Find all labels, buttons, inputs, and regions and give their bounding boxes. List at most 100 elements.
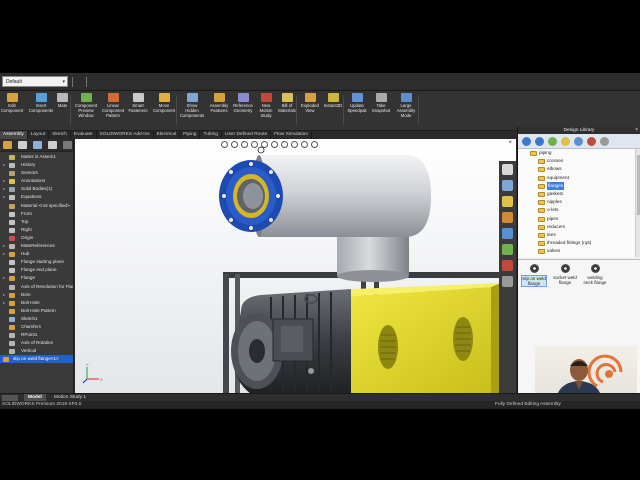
library-folder-flanges[interactable]: flanges bbox=[518, 181, 640, 190]
library-folder-tees[interactable]: tees bbox=[518, 231, 640, 239]
tab-piping[interactable]: Piping bbox=[180, 131, 201, 139]
ribbon-button-bill-of-materials[interactable]: Bill of Materials bbox=[277, 93, 297, 129]
ribbon-button-take-snapshot[interactable]: Take Snapshot bbox=[370, 93, 392, 129]
custom-properties-icon[interactable] bbox=[502, 260, 513, 271]
tab-flow-simulation[interactable]: Flow Simulation bbox=[271, 131, 312, 139]
expand-arrow-icon[interactable]: ▸ bbox=[3, 274, 7, 282]
tree-item[interactable]: ▸ Solid Bodies(1) bbox=[0, 185, 73, 193]
tab-solidworks-add-ins[interactable]: SOLIDWORKS Add-Ins bbox=[97, 131, 154, 139]
tab-layout[interactable]: Layout bbox=[28, 131, 50, 139]
expand-arrow-icon[interactable]: ▸ bbox=[3, 185, 7, 193]
ribbon-button-exploded-view[interactable]: Exploded View bbox=[299, 93, 321, 129]
graphics-viewport[interactable]: × X Y bbox=[75, 139, 516, 394]
design-library-icon[interactable] bbox=[502, 196, 513, 207]
library-folder-valves[interactable]: valves bbox=[518, 247, 640, 255]
library-folder-threaded-fittings-npt[interactable]: threaded fittings (npt) bbox=[518, 239, 640, 247]
ribbon-button-mate[interactable]: Mate bbox=[55, 93, 70, 129]
add-location-icon[interactable] bbox=[548, 137, 557, 146]
view-palette-icon[interactable] bbox=[502, 228, 513, 239]
property-manager-icon[interactable] bbox=[18, 141, 27, 149]
library-item-slip-on-weld-flange[interactable]: slip on weld flange bbox=[519, 264, 549, 287]
tree-item[interactable]: Origin bbox=[0, 234, 73, 242]
design-library-scrollbar[interactable] bbox=[635, 149, 640, 257]
tab-sketch[interactable]: Sketch bbox=[49, 131, 71, 139]
tree-item[interactable]: ▸ MateReferences bbox=[0, 242, 73, 250]
library-folder-equipment[interactable]: equipment bbox=[518, 174, 640, 182]
library-folder-nipples[interactable]: nipples bbox=[518, 198, 640, 206]
tree-item[interactable]: Vertical bbox=[0, 347, 73, 355]
tree-item[interactable]: Front bbox=[0, 210, 73, 218]
ribbon-button-large-assembly-mode[interactable]: Large Assembly Mode bbox=[394, 93, 418, 129]
library-item-socket-weld-flange[interactable]: socket weld flange bbox=[550, 264, 580, 285]
expand-arrow-icon[interactable]: ▸ bbox=[3, 193, 7, 201]
library-folder-reducers[interactable]: reducers bbox=[518, 223, 640, 231]
tree-item[interactable]: Top bbox=[0, 218, 73, 226]
tree-item[interactable]: ▸ Flange bbox=[0, 274, 73, 282]
solidworks-forum-icon[interactable] bbox=[502, 276, 513, 287]
tree-item[interactable]: RPoint1 bbox=[0, 331, 73, 339]
library-folder-elbows[interactable]: elbows bbox=[518, 165, 640, 173]
tree-item[interactable]: Axis of Rotation bbox=[0, 339, 73, 347]
resources-icon[interactable] bbox=[502, 180, 513, 191]
tree-item[interactable]: Sensors bbox=[0, 169, 73, 177]
ribbon-button-assembly-features[interactable]: Assembly Features bbox=[207, 93, 231, 129]
ribbon-button-component-preview-window[interactable]: Component Preview Window bbox=[72, 93, 100, 129]
tab-assembly[interactable]: Assembly bbox=[0, 131, 28, 139]
tree-item-selected-component[interactable]: slip on weld flange<1> bbox=[0, 355, 73, 364]
feature-manager-icon[interactable] bbox=[3, 141, 12, 149]
tree-item[interactable]: ▸ Bore bbox=[0, 291, 73, 299]
tab-evaluate[interactable]: Evaluate bbox=[71, 131, 97, 139]
home-icon[interactable] bbox=[502, 164, 513, 175]
add-to-library-icon[interactable] bbox=[587, 137, 596, 146]
toolbox-icon[interactable] bbox=[600, 137, 609, 146]
tree-item[interactable]: Flange starting plane bbox=[0, 258, 73, 266]
ribbon-button-insert-components[interactable]: Insert Components bbox=[28, 93, 54, 129]
tree-item[interactable]: Chamfer1 bbox=[0, 323, 73, 331]
library-folder-o-lets[interactable]: o-lets bbox=[518, 206, 640, 214]
configuration-manager-icon[interactable] bbox=[33, 141, 42, 149]
ribbon-button-show-hidden-components[interactable]: Show Hidden Components bbox=[179, 93, 205, 129]
tree-item[interactable]: Flange end plane bbox=[0, 266, 73, 274]
tree-item[interactable]: ▸ Bolt Hole bbox=[0, 299, 73, 307]
back-icon[interactable] bbox=[522, 137, 531, 146]
ribbon-button-linear-component-pattern[interactable]: Linear Component Pattern bbox=[101, 93, 125, 129]
forward-icon[interactable] bbox=[535, 137, 544, 146]
file-explorer-icon[interactable] bbox=[502, 212, 513, 223]
tab-electrical[interactable]: Electrical bbox=[154, 131, 181, 139]
tree-item[interactable]: Bolt Hole Pattern bbox=[0, 307, 73, 315]
appearances-icon[interactable] bbox=[502, 244, 513, 255]
tree-item[interactable]: ▸ Annotations bbox=[0, 177, 73, 185]
ribbon-button-smart-fasteners[interactable]: Smart Fasteners bbox=[127, 93, 149, 129]
panel-arrow-icon[interactable] bbox=[63, 141, 72, 149]
expand-arrow-icon[interactable]: ▸ bbox=[3, 161, 7, 169]
ribbon-button-update-speedpak[interactable]: Update Speedpak bbox=[346, 93, 368, 129]
expand-arrow-icon[interactable]: ▸ bbox=[3, 177, 7, 185]
ribbon-button-move-component[interactable]: Move Component bbox=[151, 93, 177, 129]
library-item-welding-neck-flange[interactable]: welding neck flange bbox=[580, 264, 610, 285]
ribbon-button-edit-component[interactable]: Edit Component bbox=[0, 93, 24, 129]
refresh-icon[interactable] bbox=[574, 137, 583, 146]
ribbon-button-new-motion-study[interactable]: New Motion Study bbox=[256, 93, 276, 129]
tree-item[interactable]: Sketch1 bbox=[0, 315, 73, 323]
tree-item[interactable]: ▸ History bbox=[0, 161, 73, 169]
tree-item[interactable]: Axis of Revolution for Flange bbox=[0, 283, 73, 291]
expand-arrow-icon[interactable]: ▸ bbox=[3, 242, 7, 250]
tree-item[interactable]: Right bbox=[0, 226, 73, 234]
create-folder-icon[interactable] bbox=[561, 137, 570, 146]
tab-user-defined-route[interactable]: User Defined Route bbox=[222, 131, 272, 139]
library-folder-crosses[interactable]: crosses bbox=[518, 157, 640, 165]
ribbon-button-instant3d[interactable]: Instant3D bbox=[322, 93, 344, 129]
library-folder-gaskets[interactable]: gaskets bbox=[518, 190, 640, 198]
expand-arrow-icon[interactable]: ▸ bbox=[3, 291, 7, 299]
configuration-select[interactable]: Default ▾ bbox=[2, 76, 68, 87]
tree-item[interactable]: ▸ Equations bbox=[0, 193, 73, 201]
tree-item[interactable]: Mates in Assem1 bbox=[0, 153, 73, 161]
library-folder-piping[interactable]: piping bbox=[518, 149, 640, 157]
expand-arrow-icon[interactable]: ▸ bbox=[3, 299, 7, 307]
expand-arrow-icon[interactable]: ▸ bbox=[3, 250, 7, 258]
dimxpert-icon[interactable] bbox=[48, 141, 57, 149]
tab-tubing[interactable]: Tubing bbox=[200, 131, 222, 139]
ribbon-button-reference-geometry[interactable]: Reference Geometry bbox=[232, 93, 254, 129]
tree-item[interactable]: Material <not specified> bbox=[0, 202, 73, 210]
library-folder-pipes[interactable]: pipes bbox=[518, 215, 640, 223]
